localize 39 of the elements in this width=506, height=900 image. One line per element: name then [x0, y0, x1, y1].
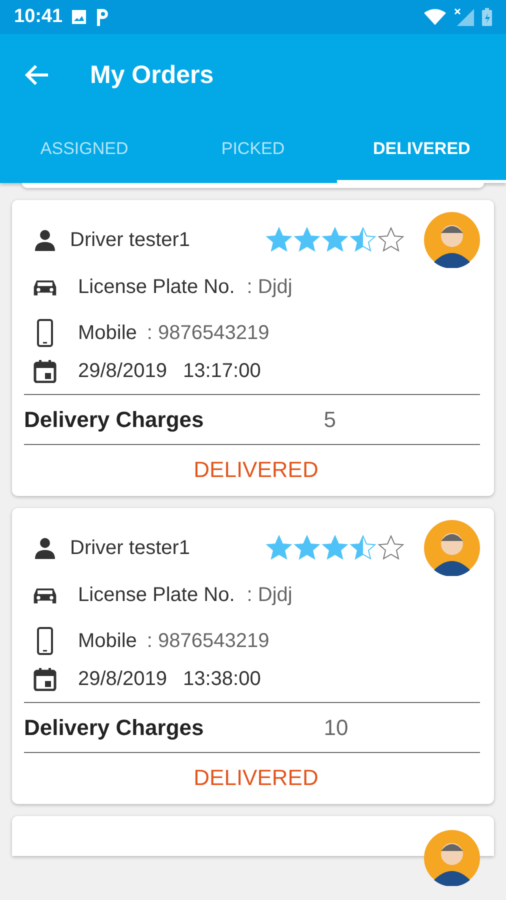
page-title: My Orders: [90, 60, 214, 90]
plate-value: : Djdj: [246, 583, 292, 608]
tab[interactable]: ASSIGNED: [0, 115, 169, 183]
mobile-value: : 9876543219: [146, 321, 270, 346]
field-label: License Plate No.: [78, 275, 235, 300]
charges-value: 10: [324, 714, 348, 742]
plate-value: : Djdj: [246, 275, 292, 300]
field-label: Mobile: [78, 321, 137, 346]
tab[interactable]: PICKED: [168, 115, 338, 183]
calendar-icon: [33, 667, 57, 691]
phone-icon: [37, 319, 53, 347]
person-icon: [34, 229, 56, 251]
image-icon: [70, 9, 87, 25]
driver-name: Driver tester1: [70, 228, 190, 253]
wifi-icon: [424, 9, 446, 25]
charges-label: Delivery Charges: [24, 714, 204, 742]
order-time: 13:17:00: [182, 359, 261, 384]
charges-label: Delivery Charges: [24, 406, 204, 434]
order-status: DELIVERED: [192, 764, 320, 792]
order-date: 29/8/2019: [78, 359, 167, 384]
order-status: DELIVERED: [192, 456, 320, 484]
avatar-icon: [424, 520, 480, 576]
order-time: 13:38:00: [182, 667, 261, 692]
mobile-value: : 9876543219: [146, 629, 270, 654]
charges-value: 5: [324, 406, 336, 434]
status-time: 10:41: [14, 4, 63, 29]
back-arrow-icon[interactable]: [24, 64, 50, 86]
battery-icon: [482, 8, 492, 26]
parking-icon: [94, 8, 110, 26]
field-label: Mobile: [78, 629, 137, 654]
signal-icon: [454, 8, 474, 26]
person-icon: [34, 537, 56, 559]
driver-name: Driver tester1: [70, 536, 190, 561]
avatar-icon: [424, 830, 480, 886]
phone-icon: [37, 627, 53, 655]
calendar-icon: [33, 359, 57, 383]
order-date: 29/8/2019: [78, 667, 167, 692]
field-label: License Plate No.: [78, 583, 235, 608]
avatar-icon: [424, 212, 480, 268]
